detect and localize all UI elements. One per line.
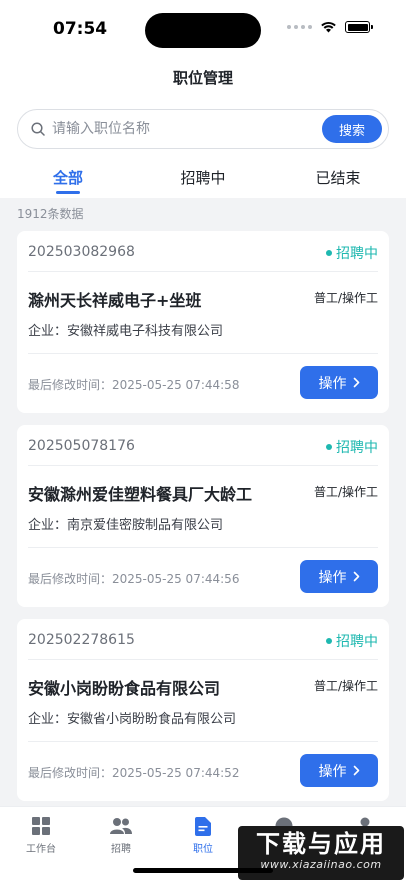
job-title: 滁州天长祥威电子+坐班	[28, 291, 202, 310]
job-type: 普工/操作工	[313, 291, 378, 305]
job-card[interactable]: 202502278615 招聘中 安徽小岗盼盼食品有限公司 普工/操作工 企业：…	[17, 619, 389, 801]
search-icon	[31, 122, 45, 136]
modified-time: 最后修改时间：2025-05-25 07:44:52	[28, 766, 240, 780]
status-label: 招聘中	[336, 440, 378, 456]
job-code: 202503082968	[28, 244, 135, 260]
search-box: 搜索	[17, 109, 389, 149]
search-button[interactable]: 搜索	[322, 115, 382, 143]
job-title: 安徽小岗盼盼食品有限公司	[28, 679, 221, 698]
users-icon	[110, 818, 132, 834]
status-dot-icon	[326, 638, 332, 644]
job-title: 安徽滁州爱佳塑料餐具厂大龄工	[28, 485, 253, 504]
job-card[interactable]: 202505078176 招聘中 安徽滁州爱佳塑料餐具厂大龄工 普工/操作工 企…	[17, 425, 389, 607]
nav-bar: 职位管理	[0, 60, 406, 98]
battery-icon	[345, 21, 373, 33]
operate-label: 操作	[318, 763, 347, 780]
tabbar-item-recruit[interactable]: 招聘	[91, 815, 151, 855]
divider	[28, 353, 378, 354]
divider	[28, 547, 378, 548]
dynamic-island	[145, 13, 261, 48]
job-type: 普工/操作工	[313, 485, 378, 499]
operate-label: 操作	[318, 569, 347, 586]
divider	[28, 741, 378, 742]
operate-button[interactable]: 操作	[300, 560, 378, 593]
wifi-icon	[321, 21, 336, 33]
chevron-right-icon	[353, 571, 359, 582]
operate-label: 操作	[318, 375, 347, 392]
tabbar-item-jobs[interactable]: 职位	[173, 815, 233, 855]
chevron-right-icon	[353, 765, 359, 776]
tab-all[interactable]: 全部	[23, 167, 113, 188]
status-time: 07:54	[53, 19, 108, 39]
status-dot-icon	[326, 444, 332, 450]
company-name: 企业：安徽省小岗盼盼食品有限公司	[28, 712, 237, 727]
tab-ended[interactable]: 已结束	[293, 167, 383, 188]
divider	[28, 271, 378, 272]
tabbar-label: 职位	[193, 844, 213, 855]
status-label: 招聘中	[336, 246, 378, 262]
status-badge: 招聘中	[326, 437, 378, 457]
search-input[interactable]	[52, 110, 312, 148]
job-code: 202505078176	[28, 438, 135, 454]
document-icon	[195, 816, 211, 836]
tabbar-item-workbench[interactable]: 工作台	[11, 815, 71, 855]
watermark-text: 下载与应用	[256, 830, 386, 858]
status-bar: 07:54	[0, 0, 406, 60]
job-type: 普工/操作工	[313, 679, 378, 693]
search-area: 搜索	[0, 98, 406, 160]
signal-dots-icon	[287, 25, 312, 29]
status-badge: 招聘中	[326, 243, 378, 263]
result-count: 1912条数据	[17, 207, 84, 221]
modified-time: 最后修改时间：2025-05-25 07:44:58	[28, 378, 240, 392]
active-tab-indicator	[56, 191, 80, 194]
divider	[28, 465, 378, 466]
company-name: 企业：南京爱佳密胺制品有限公司	[28, 518, 224, 533]
tabbar-label: 工作台	[26, 844, 56, 855]
status-label: 招聘中	[336, 634, 378, 650]
operate-button[interactable]: 操作	[300, 754, 378, 787]
chevron-right-icon	[353, 377, 359, 388]
status-badge: 招聘中	[326, 631, 378, 651]
divider	[28, 659, 378, 660]
grid-icon	[32, 817, 50, 835]
company-name: 企业：安徽祥威电子科技有限公司	[28, 324, 224, 339]
home-indicator	[133, 868, 273, 873]
status-icons	[287, 21, 373, 33]
tabbar-label: 招聘	[111, 844, 131, 855]
filter-tabs: 全部 招聘中 已结束	[0, 160, 406, 198]
job-code: 202502278615	[28, 632, 135, 648]
job-card[interactable]: 202503082968 招聘中 滁州天长祥威电子+坐班 普工/操作工 企业：安…	[17, 231, 389, 413]
tab-recruiting[interactable]: 招聘中	[158, 167, 248, 188]
modified-time: 最后修改时间：2025-05-25 07:44:56	[28, 572, 240, 586]
operate-button[interactable]: 操作	[300, 366, 378, 399]
status-dot-icon	[326, 250, 332, 256]
page-title: 职位管理	[172, 69, 233, 87]
